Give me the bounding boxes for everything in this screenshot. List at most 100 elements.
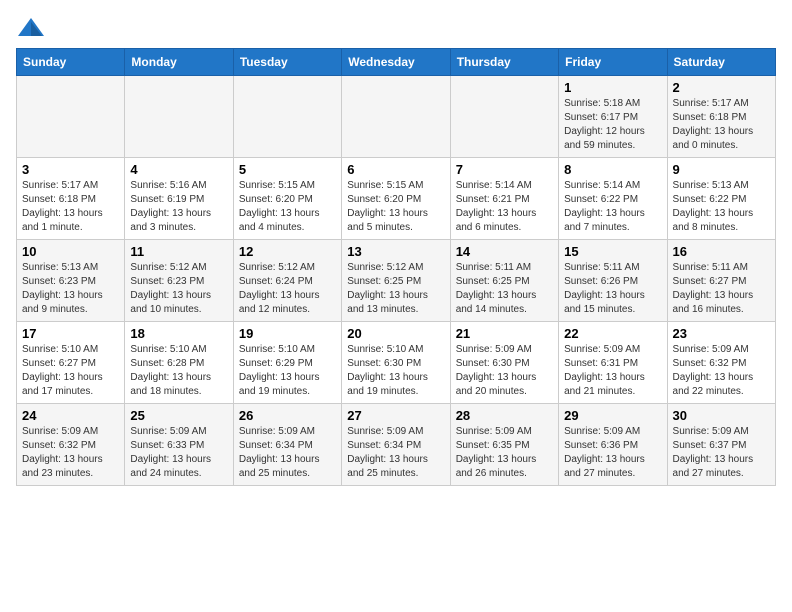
day-info: Sunrise: 5:09 AM Sunset: 6:32 PM Dayligh… bbox=[673, 343, 770, 399]
calendar-cell bbox=[450, 76, 558, 158]
day-info: Sunrise: 5:09 AM Sunset: 6:34 PM Dayligh… bbox=[347, 425, 444, 481]
day-info: Sunrise: 5:14 AM Sunset: 6:21 PM Dayligh… bbox=[456, 179, 553, 235]
day-number: 25 bbox=[130, 408, 227, 423]
calendar-cell: 18 Sunrise: 5:10 AM Sunset: 6:28 PM Dayli… bbox=[125, 322, 233, 404]
day-number: 9 bbox=[673, 162, 770, 177]
column-header-friday: Friday bbox=[559, 49, 667, 76]
day-number: 17 bbox=[22, 326, 119, 341]
column-header-wednesday: Wednesday bbox=[342, 49, 450, 76]
day-info: Sunrise: 5:15 AM Sunset: 6:20 PM Dayligh… bbox=[239, 179, 336, 235]
calendar-cell bbox=[233, 76, 341, 158]
calendar-cell: 4 Sunrise: 5:16 AM Sunset: 6:19 PM Daylig… bbox=[125, 158, 233, 240]
day-info: Sunrise: 5:12 AM Sunset: 6:24 PM Dayligh… bbox=[239, 261, 336, 317]
calendar-cell bbox=[125, 76, 233, 158]
day-info: Sunrise: 5:14 AM Sunset: 6:22 PM Dayligh… bbox=[564, 179, 661, 235]
calendar-week-row: 1 Sunrise: 5:18 AM Sunset: 6:17 PM Daylig… bbox=[17, 76, 776, 158]
day-number: 11 bbox=[130, 244, 227, 259]
calendar-header-row: SundayMondayTuesdayWednesdayThursdayFrid… bbox=[17, 49, 776, 76]
calendar-cell: 27Sunrise: 5:09 AM Sunset: 6:34 PM Dayli… bbox=[342, 404, 450, 486]
calendar-cell: 24 Sunrise: 5:09 AM Sunset: 6:32 PM Dayli… bbox=[17, 404, 125, 486]
day-info: Sunrise: 5:09 AM Sunset: 6:35 PM Dayligh… bbox=[456, 425, 553, 481]
day-number: 18 bbox=[130, 326, 227, 341]
day-info: Sunrise: 5:10 AM Sunset: 6:27 PM Dayligh… bbox=[22, 343, 119, 399]
calendar-week-row: 10 Sunrise: 5:13 AM Sunset: 6:23 PM Dayli… bbox=[17, 240, 776, 322]
column-header-tuesday: Tuesday bbox=[233, 49, 341, 76]
calendar-cell: 2Sunrise: 5:17 AM Sunset: 6:18 PM Daylig… bbox=[667, 76, 775, 158]
calendar-cell: 13 Sunrise: 5:12 AM Sunset: 6:25 PM Dayli… bbox=[342, 240, 450, 322]
day-number: 13 bbox=[347, 244, 444, 259]
calendar-cell: 25 Sunrise: 5:09 AM Sunset: 6:33 PM Dayli… bbox=[125, 404, 233, 486]
day-info: Sunrise: 5:15 AM Sunset: 6:20 PM Dayligh… bbox=[347, 179, 444, 235]
day-number: 6 bbox=[347, 162, 444, 177]
day-number: 2 bbox=[673, 80, 770, 95]
day-info: Sunrise: 5:09 AM Sunset: 6:34 PM Dayligh… bbox=[239, 425, 336, 481]
calendar-cell: 28 Sunrise: 5:09 AM Sunset: 6:35 PM Dayli… bbox=[450, 404, 558, 486]
calendar-cell bbox=[17, 76, 125, 158]
day-info: Sunrise: 5:12 AM Sunset: 6:25 PM Dayligh… bbox=[347, 261, 444, 317]
calendar-cell: 19 Sunrise: 5:10 AM Sunset: 6:29 PM Dayli… bbox=[233, 322, 341, 404]
day-number: 19 bbox=[239, 326, 336, 341]
calendar-cell: 12Sunrise: 5:12 AM Sunset: 6:24 PM Dayli… bbox=[233, 240, 341, 322]
calendar-cell: 5 Sunrise: 5:15 AM Sunset: 6:20 PM Daylig… bbox=[233, 158, 341, 240]
column-header-monday: Monday bbox=[125, 49, 233, 76]
header bbox=[16, 16, 776, 40]
day-number: 20 bbox=[347, 326, 444, 341]
day-number: 30 bbox=[673, 408, 770, 423]
day-number: 24 bbox=[22, 408, 119, 423]
column-header-thursday: Thursday bbox=[450, 49, 558, 76]
day-info: Sunrise: 5:09 AM Sunset: 6:32 PM Dayligh… bbox=[22, 425, 119, 481]
day-number: 5 bbox=[239, 162, 336, 177]
calendar-cell: 14 Sunrise: 5:11 AM Sunset: 6:25 PM Dayli… bbox=[450, 240, 558, 322]
calendar-week-row: 24 Sunrise: 5:09 AM Sunset: 6:32 PM Dayli… bbox=[17, 404, 776, 486]
day-number: 22 bbox=[564, 326, 661, 341]
day-number: 8 bbox=[564, 162, 661, 177]
column-header-saturday: Saturday bbox=[667, 49, 775, 76]
calendar-cell: 8 Sunrise: 5:14 AM Sunset: 6:22 PM Daylig… bbox=[559, 158, 667, 240]
day-info: Sunrise: 5:09 AM Sunset: 6:37 PM Dayligh… bbox=[673, 425, 770, 481]
day-info: Sunrise: 5:10 AM Sunset: 6:29 PM Dayligh… bbox=[239, 343, 336, 399]
calendar-cell: 16Sunrise: 5:11 AM Sunset: 6:27 PM Dayli… bbox=[667, 240, 775, 322]
day-info: Sunrise: 5:11 AM Sunset: 6:27 PM Dayligh… bbox=[673, 261, 770, 317]
day-info: Sunrise: 5:17 AM Sunset: 6:18 PM Dayligh… bbox=[22, 179, 119, 235]
day-number: 7 bbox=[456, 162, 553, 177]
calendar-cell: 15 Sunrise: 5:11 AM Sunset: 6:26 PM Dayli… bbox=[559, 240, 667, 322]
calendar-cell: 29Sunrise: 5:09 AM Sunset: 6:36 PM Dayli… bbox=[559, 404, 667, 486]
calendar-cell: 6 Sunrise: 5:15 AM Sunset: 6:20 PM Daylig… bbox=[342, 158, 450, 240]
day-number: 4 bbox=[130, 162, 227, 177]
calendar-cell: 10 Sunrise: 5:13 AM Sunset: 6:23 PM Dayli… bbox=[17, 240, 125, 322]
calendar-cell: 21Sunrise: 5:09 AM Sunset: 6:30 PM Dayli… bbox=[450, 322, 558, 404]
logo bbox=[16, 16, 50, 40]
calendar-cell: 30 Sunrise: 5:09 AM Sunset: 6:37 PM Dayli… bbox=[667, 404, 775, 486]
column-header-sunday: Sunday bbox=[17, 49, 125, 76]
calendar-cell: 20 Sunrise: 5:10 AM Sunset: 6:30 PM Dayli… bbox=[342, 322, 450, 404]
calendar-cell: 11Sunrise: 5:12 AM Sunset: 6:23 PM Dayli… bbox=[125, 240, 233, 322]
calendar-cell: 1 Sunrise: 5:18 AM Sunset: 6:17 PM Daylig… bbox=[559, 76, 667, 158]
calendar-week-row: 3 Sunrise: 5:17 AM Sunset: 6:18 PM Daylig… bbox=[17, 158, 776, 240]
calendar-cell: 26Sunrise: 5:09 AM Sunset: 6:34 PM Dayli… bbox=[233, 404, 341, 486]
day-number: 3 bbox=[22, 162, 119, 177]
day-number: 15 bbox=[564, 244, 661, 259]
day-info: Sunrise: 5:11 AM Sunset: 6:26 PM Dayligh… bbox=[564, 261, 661, 317]
day-info: Sunrise: 5:09 AM Sunset: 6:31 PM Dayligh… bbox=[564, 343, 661, 399]
calendar-cell bbox=[342, 76, 450, 158]
day-number: 1 bbox=[564, 80, 661, 95]
day-number: 14 bbox=[456, 244, 553, 259]
logo-icon bbox=[16, 16, 46, 40]
day-info: Sunrise: 5:16 AM Sunset: 6:19 PM Dayligh… bbox=[130, 179, 227, 235]
day-info: Sunrise: 5:13 AM Sunset: 6:23 PM Dayligh… bbox=[22, 261, 119, 317]
day-number: 28 bbox=[456, 408, 553, 423]
day-info: Sunrise: 5:11 AM Sunset: 6:25 PM Dayligh… bbox=[456, 261, 553, 317]
calendar-cell: 3 Sunrise: 5:17 AM Sunset: 6:18 PM Daylig… bbox=[17, 158, 125, 240]
day-info: Sunrise: 5:10 AM Sunset: 6:28 PM Dayligh… bbox=[130, 343, 227, 399]
day-number: 10 bbox=[22, 244, 119, 259]
day-number: 23 bbox=[673, 326, 770, 341]
day-info: Sunrise: 5:09 AM Sunset: 6:30 PM Dayligh… bbox=[456, 343, 553, 399]
calendar-table: SundayMondayTuesdayWednesdayThursdayFrid… bbox=[16, 48, 776, 486]
day-info: Sunrise: 5:10 AM Sunset: 6:30 PM Dayligh… bbox=[347, 343, 444, 399]
day-info: Sunrise: 5:09 AM Sunset: 6:33 PM Dayligh… bbox=[130, 425, 227, 481]
calendar-cell: 22 Sunrise: 5:09 AM Sunset: 6:31 PM Dayli… bbox=[559, 322, 667, 404]
day-info: Sunrise: 5:18 AM Sunset: 6:17 PM Dayligh… bbox=[564, 97, 661, 153]
calendar-cell: 7 Sunrise: 5:14 AM Sunset: 6:21 PM Daylig… bbox=[450, 158, 558, 240]
calendar-week-row: 17 Sunrise: 5:10 AM Sunset: 6:27 PM Dayli… bbox=[17, 322, 776, 404]
calendar-cell: 23 Sunrise: 5:09 AM Sunset: 6:32 PM Dayli… bbox=[667, 322, 775, 404]
